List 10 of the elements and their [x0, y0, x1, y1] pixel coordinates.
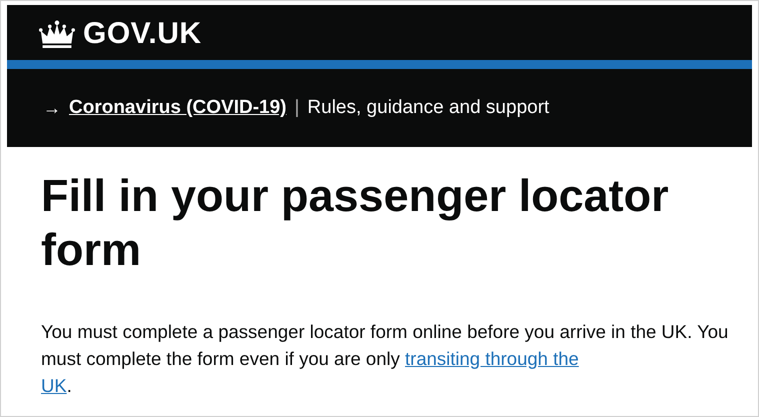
transit-link[interactable]: UK — [41, 374, 67, 396]
transit-link[interactable]: transiting through the — [405, 348, 579, 369]
intro-paragraph: You must complete a passenger locator form online before you arrive in the UK. You must complete the form even if you are only transiting through the UK. — [41, 320, 730, 398]
page-title: Fill in your passenger locator form — [41, 169, 670, 277]
separator: | — [294, 97, 300, 119]
coronavirus-link[interactable]: Coronavirus (COVID-19) — [69, 97, 286, 119]
crown-icon — [39, 20, 75, 48]
arrow-icon: → — [43, 98, 61, 118]
banner-description: Rules, guidance and support — [307, 97, 550, 119]
site-logo-link[interactable]: GOV.UK — [83, 17, 202, 51]
